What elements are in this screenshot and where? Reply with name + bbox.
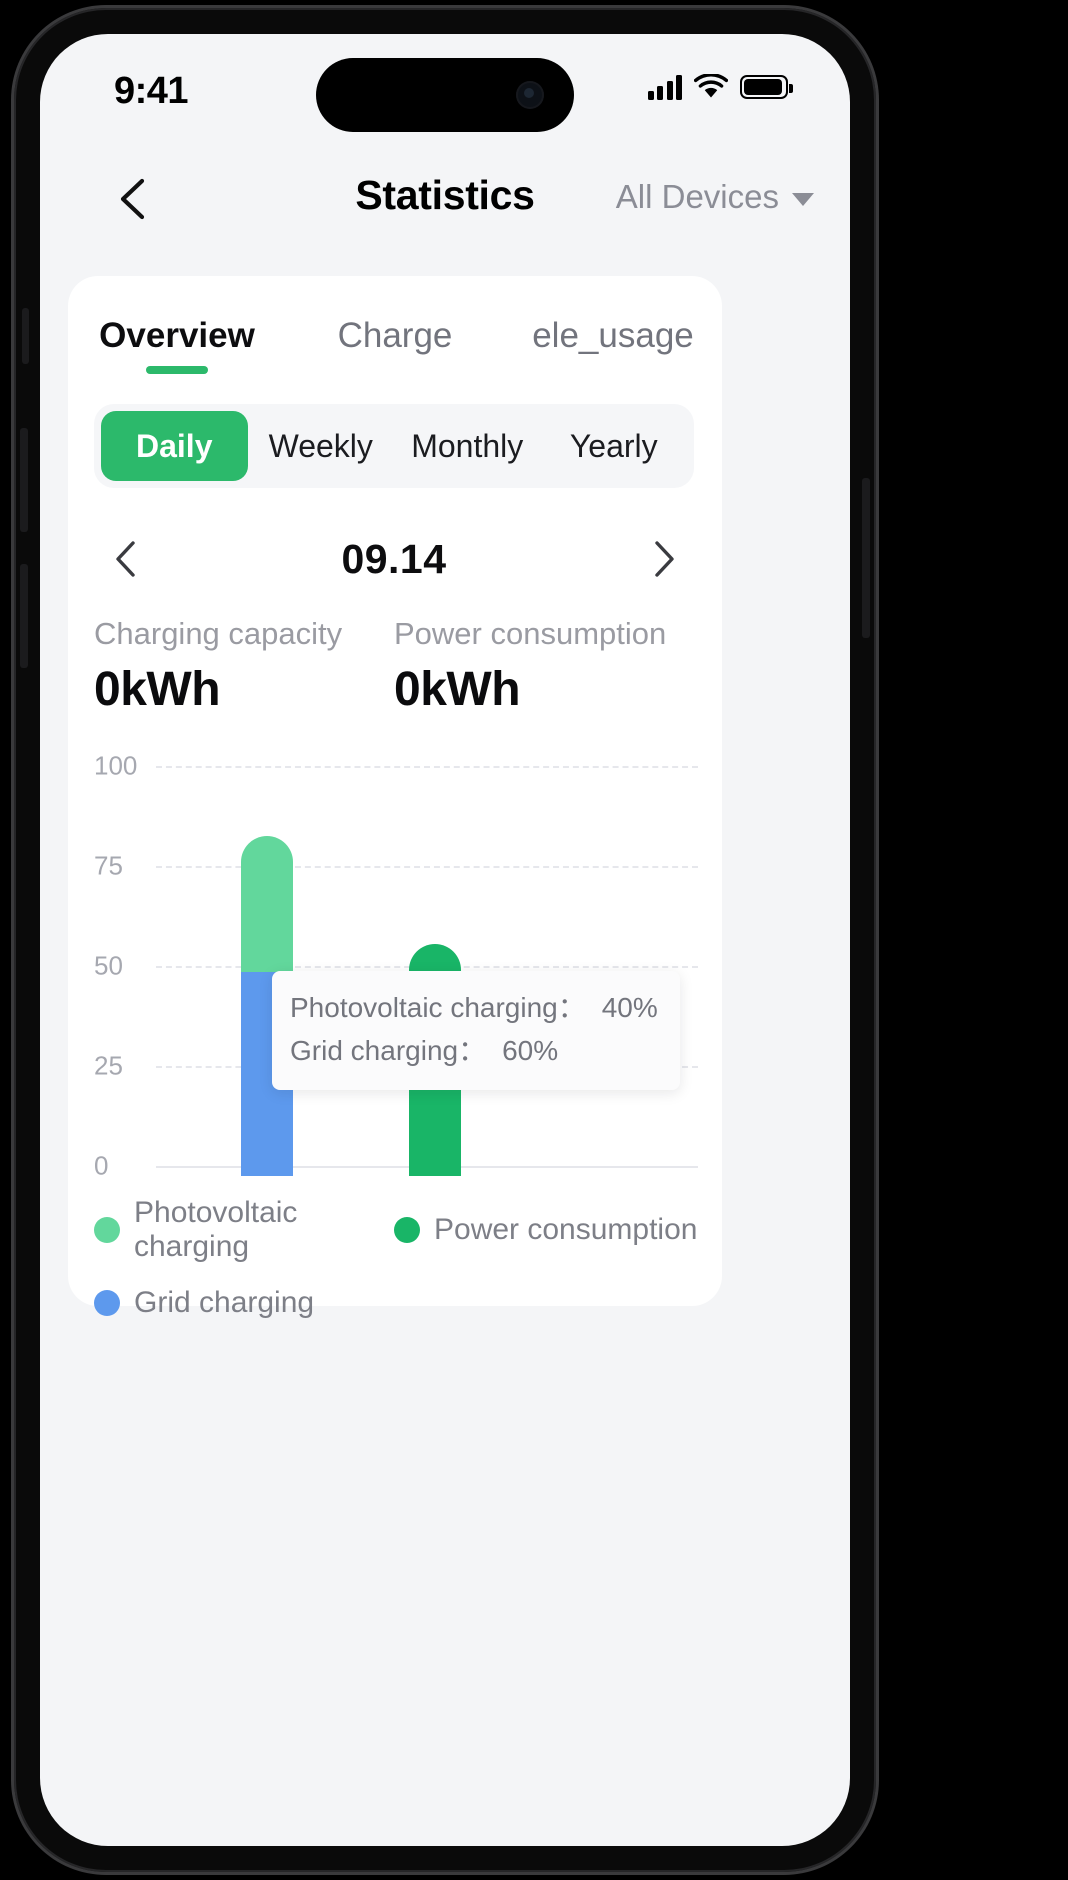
dynamic-island xyxy=(316,58,574,132)
legend-dot-power-consumption xyxy=(394,1217,420,1243)
status-icons xyxy=(647,74,793,100)
legend-dot-grid-charging xyxy=(94,1290,120,1316)
tooltip-row-grid: Grid charging： 60% xyxy=(290,1030,658,1073)
legend-item-power-consumption[interactable]: Power consumption xyxy=(394,1213,697,1247)
device-filter-dropdown[interactable]: All Devices xyxy=(616,178,814,216)
tab-overview-label: Overview xyxy=(99,316,255,355)
previous-date-button[interactable] xyxy=(94,527,158,591)
bar-segment-photovoltaic-charging xyxy=(241,836,293,972)
period-monthly[interactable]: Monthly xyxy=(394,411,541,481)
legend-label-power-consumption: Power consumption xyxy=(434,1213,698,1246)
tooltip-row-photovoltaic: Photovoltaic charging： 40% xyxy=(290,987,658,1030)
tooltip-key-grid: Grid charging： xyxy=(290,1034,487,1066)
ytick-0: 0 xyxy=(94,1150,109,1181)
chart-legend: Photovoltaic charging Power consumption … xyxy=(94,1196,698,1342)
tooltip-key-photovoltaic: Photovoltaic charging： xyxy=(290,992,586,1023)
tab-charge[interactable]: Charge xyxy=(286,298,504,382)
power-button[interactable] xyxy=(862,478,870,638)
stat-charging-capacity: Charging capacity 0kWh xyxy=(94,616,394,717)
battery-full-icon xyxy=(740,75,793,99)
phone-frame: 9:41 Statistics All Devices Overview Cha… xyxy=(14,8,876,1872)
legend-row-1: Photovoltaic charging Power consumption xyxy=(94,1196,698,1264)
period-weekly[interactable]: Weekly xyxy=(248,411,395,481)
legend-item-photovoltaic[interactable]: Photovoltaic charging xyxy=(94,1196,394,1264)
nav-header: Statistics All Devices xyxy=(40,154,850,246)
cellular-signal-icon xyxy=(647,74,682,100)
stat-power-consumption: Power consumption 0kWh xyxy=(394,616,694,717)
gridline-100 xyxy=(156,766,698,768)
period-segmented-control: Daily Weekly Monthly Yearly xyxy=(94,404,694,488)
front-camera-icon xyxy=(516,81,544,109)
ytick-100: 100 xyxy=(94,750,138,781)
phone-screen: 9:41 Statistics All Devices Overview Cha… xyxy=(40,34,850,1846)
tab-ele-usage-label: ele_usage xyxy=(532,316,694,355)
volume-down-button[interactable] xyxy=(20,564,28,668)
wifi-icon xyxy=(694,74,728,100)
status-time: 9:41 xyxy=(114,70,189,112)
legend-dot-photovoltaic xyxy=(94,1217,120,1243)
stat-power-consumption-label: Power consumption xyxy=(394,616,667,651)
legend-label-grid-charging: Grid charging xyxy=(134,1286,315,1319)
tab-ele-usage[interactable]: ele_usage xyxy=(504,298,722,382)
tooltip-value-photovoltaic: 40% xyxy=(601,992,658,1023)
tooltip-value-grid: 60% xyxy=(502,1034,559,1066)
date-label: 09.14 xyxy=(341,535,447,582)
tab-charge-label: Charge xyxy=(337,316,453,355)
stat-charging-capacity-value: 0kWh xyxy=(94,663,221,716)
tab-bar: Overview Charge ele_usage xyxy=(68,298,722,382)
ytick-25: 25 xyxy=(94,1050,123,1081)
volume-up-button[interactable] xyxy=(20,428,28,532)
legend-item-grid-charging[interactable]: Grid charging xyxy=(94,1286,314,1320)
next-date-button[interactable] xyxy=(630,527,694,591)
status-bar: 9:41 xyxy=(40,34,850,146)
tab-overview[interactable]: Overview xyxy=(68,298,286,382)
stat-charging-capacity-label: Charging capacity xyxy=(94,616,343,651)
summary-stats: Charging capacity 0kWh Power consumption… xyxy=(94,616,694,717)
silent-switch[interactable] xyxy=(22,308,29,364)
period-daily[interactable]: Daily xyxy=(101,411,248,481)
legend-label-photovoltaic: Photovoltaic charging xyxy=(134,1196,298,1263)
chevron-down-icon xyxy=(792,192,814,206)
stat-power-consumption-value: 0kWh xyxy=(394,663,521,716)
date-navigator: 09.14 xyxy=(94,521,694,597)
device-filter-label: All Devices xyxy=(615,178,779,215)
stacked-bar-chart: 100 75 50 25 0 Photovoltaic charging： 40… xyxy=(94,751,698,1181)
ytick-50: 50 xyxy=(94,950,123,981)
chart-tooltip: Photovoltaic charging： 40% Grid charging… xyxy=(272,971,680,1091)
legend-row-2: Grid charging xyxy=(94,1286,698,1320)
statistics-card: Overview Charge ele_usage Daily Weekly M… xyxy=(68,276,722,1319)
period-yearly[interactable]: Yearly xyxy=(541,411,688,481)
ytick-75: 75 xyxy=(94,850,123,881)
tab-active-indicator xyxy=(146,366,208,374)
